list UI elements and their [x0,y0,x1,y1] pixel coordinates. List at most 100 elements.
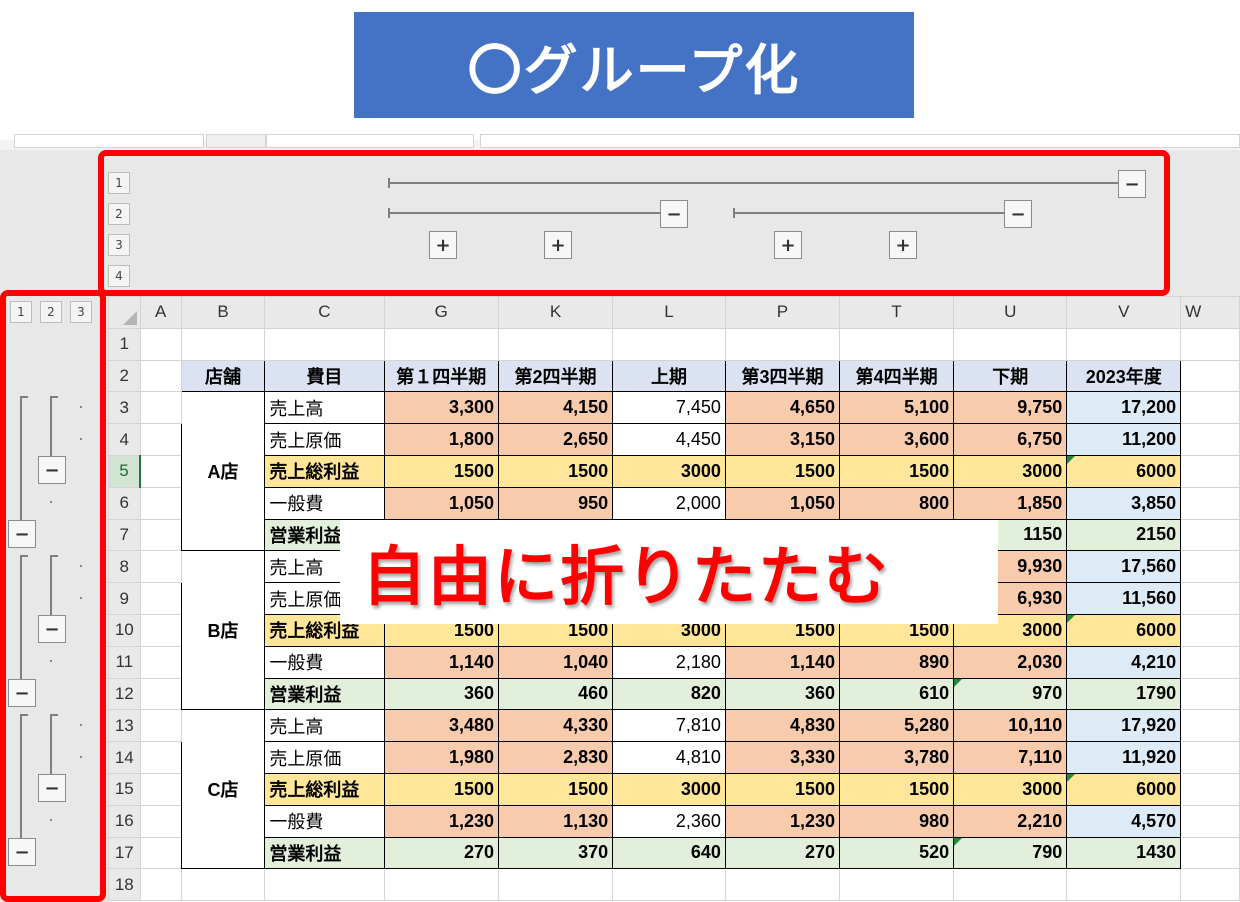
formula-bar-left[interactable] [266,134,474,148]
cell[interactable] [724,868,841,902]
value-cell[interactable]: 3000 [612,454,726,488]
cell[interactable] [139,645,182,679]
cell[interactable] [953,327,1068,361]
cell[interactable] [1180,868,1240,902]
value-cell[interactable]: 1,850 [953,486,1068,520]
cell[interactable] [839,327,955,361]
value-cell[interactable]: 1,040 [497,645,614,679]
value-cell[interactable]: 270 [383,836,499,870]
column-header-v[interactable]: V [1066,296,1182,329]
value-cell[interactable]: 1,140 [724,645,841,679]
value-cell[interactable]: 1500 [383,772,499,806]
cell[interactable] [139,550,182,584]
row-header[interactable]: 18 [108,868,141,902]
cell[interactable] [139,486,182,520]
value-cell[interactable]: 6,750 [953,423,1068,456]
row-header[interactable]: 8 [108,550,141,584]
cell[interactable] [724,327,841,361]
header-cell-q3[interactable]: 第3四半期 [724,359,841,393]
header-cell-q1[interactable]: 第１四半期 [383,359,499,393]
cell[interactable] [1180,772,1240,806]
header-cell-q2[interactable]: 第2四半期 [497,359,614,393]
value-cell[interactable]: 980 [839,804,955,838]
header-cell-item[interactable]: 費目 [264,359,385,393]
row-header-selected[interactable]: 5 [108,454,142,488]
item-cell[interactable]: 売上原価 [264,423,385,456]
column-header-b[interactable]: B [180,296,266,329]
value-cell[interactable]: 3,780 [839,741,955,774]
item-cell[interactable]: 営業利益 [264,677,385,711]
value-cell[interactable]: 360 [383,677,499,711]
value-cell[interactable]: 1500 [839,772,955,806]
value-cell[interactable]: 7,450 [612,391,726,425]
column-header-k[interactable]: K [497,296,614,329]
column-header-c[interactable]: C [264,296,385,329]
cell[interactable] [1180,582,1240,615]
row-header[interactable]: 7 [108,518,141,552]
row-header[interactable]: 3 [108,391,141,425]
row-header[interactable]: 14 [108,741,141,774]
value-cell[interactable]: 1430 [1066,836,1182,870]
cell[interactable] [383,327,499,361]
value-cell[interactable]: 1,230 [383,804,499,838]
value-cell[interactable]: 3000 [612,772,726,806]
row-header[interactable]: 12 [108,677,141,711]
value-cell[interactable]: 7,110 [953,741,1068,774]
value-cell[interactable]: 11,200 [1066,423,1182,456]
value-cell[interactable]: 2,030 [953,645,1068,679]
value-cell[interactable]: 2,180 [612,645,726,679]
value-cell[interactable]: 1,230 [724,804,841,838]
value-cell[interactable]: 1,050 [383,486,499,520]
value-cell[interactable]: 970 [953,677,1068,711]
value-cell[interactable]: 3,150 [724,423,841,456]
cell[interactable] [612,327,726,361]
store-cell-a[interactable]: A店 [180,391,266,552]
value-cell[interactable]: 4,210 [1066,645,1182,679]
value-cell[interactable]: 10,110 [953,709,1068,743]
item-cell[interactable]: 売上高 [264,391,385,425]
cell[interactable] [1180,327,1240,361]
cell[interactable] [139,518,182,552]
value-cell[interactable]: 800 [839,486,955,520]
value-cell[interactable]: 370 [497,836,614,870]
cell[interactable] [139,613,182,647]
cell[interactable] [139,327,182,361]
cell[interactable] [139,454,182,488]
cell[interactable] [139,359,182,393]
column-header-w[interactable]: W [1180,296,1240,329]
cell[interactable] [139,582,182,615]
value-cell[interactable]: 790 [953,836,1068,870]
value-cell[interactable]: 950 [497,486,614,520]
cell[interactable] [139,423,182,456]
cell[interactable] [1180,550,1240,584]
value-cell[interactable]: 3,600 [839,423,955,456]
value-cell[interactable]: 5,280 [839,709,955,743]
column-header-p[interactable]: P [724,296,841,329]
value-cell[interactable]: 1500 [724,772,841,806]
value-cell[interactable]: 3000 [953,772,1068,806]
cell[interactable] [139,868,182,902]
item-cell[interactable]: 売上高 [264,709,385,743]
row-header[interactable]: 17 [108,836,141,870]
cell[interactable] [139,709,182,743]
value-cell[interactable]: 3000 [953,454,1068,488]
value-cell[interactable]: 6000 [1066,613,1182,647]
header-cell-store[interactable]: 店舗 [180,359,266,393]
cell[interactable] [497,327,614,361]
value-cell[interactable]: 2,000 [612,486,726,520]
value-cell[interactable]: 6000 [1066,454,1182,488]
column-header-u[interactable]: U [953,296,1068,329]
value-cell[interactable]: 1500 [497,454,614,488]
header-cell-q4[interactable]: 第4四半期 [839,359,955,393]
name-box[interactable] [14,134,204,148]
cell[interactable] [180,327,266,361]
cell[interactable] [1180,486,1240,520]
cell[interactable] [1066,327,1182,361]
value-cell[interactable]: 6000 [1066,772,1182,806]
cell[interactable] [1180,804,1240,838]
store-cell-b[interactable]: B店 [180,550,266,711]
value-cell[interactable]: 1500 [839,454,955,488]
cell[interactable] [139,391,182,425]
row-header[interactable]: 10 [108,613,141,647]
cell[interactable] [1180,454,1240,488]
